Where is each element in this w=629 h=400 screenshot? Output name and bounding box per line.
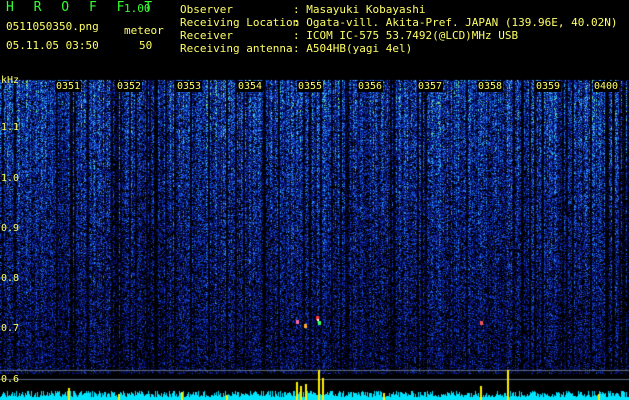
x-tick-label: 0357 (417, 81, 444, 92)
meteor-label: meteor (124, 24, 164, 37)
x-tick-label: 0354 (237, 81, 264, 92)
y-tick-label: 0.8 (1, 273, 20, 284)
x-tick-label: 0358 (477, 81, 504, 92)
y-tick-label: 0.6 (1, 374, 20, 385)
location-label: Receiving Location (180, 16, 300, 29)
receiver-label: Receiver (180, 29, 233, 42)
observer-label: Observer (180, 3, 233, 16)
datetime: 05.11.05 03:50 (6, 39, 99, 52)
spectrogram: kHz 1.1 1.0 0.9 0.8 0.7 0.6 0351 0352 03… (0, 75, 629, 400)
x-tick-label: 0400 (593, 81, 620, 92)
location-value: : Ogata-vill. Akita-Pref. JAPAN (139.96E… (293, 16, 618, 29)
y-tick-label: 1.0 (1, 173, 20, 184)
meteor-count: 50 (139, 39, 153, 52)
x-tick-label: 0353 (176, 81, 203, 92)
header: H R O F F T 1.00 0511050350.png meteor 0… (0, 0, 629, 78)
observer-value: : Masayuki Kobayashi (293, 3, 426, 16)
antenna-value: : A504HB(yagi 4el) (293, 42, 413, 55)
x-tick-label: 0359 (535, 81, 562, 92)
y-tick-label: 0.7 (1, 323, 20, 334)
x-tick-label: 0352 (116, 81, 143, 92)
y-axis-unit: kHz (1, 75, 20, 86)
antenna-label: Receiving antenna (180, 42, 293, 55)
x-tick-label: 0351 (55, 81, 82, 92)
x-tick-label: 0355 (297, 81, 324, 92)
filename: 0511050350.png (6, 20, 99, 33)
receiver-value: : ICOM IC-575 53.7492(@LCD)MHz USB (293, 29, 519, 42)
y-tick-label: 0.9 (1, 223, 20, 234)
app-version: 1.00 (124, 2, 151, 15)
spectrogram-canvas (0, 78, 629, 400)
x-tick-label: 0356 (357, 81, 384, 92)
y-tick-label: 1.1 (1, 122, 20, 133)
